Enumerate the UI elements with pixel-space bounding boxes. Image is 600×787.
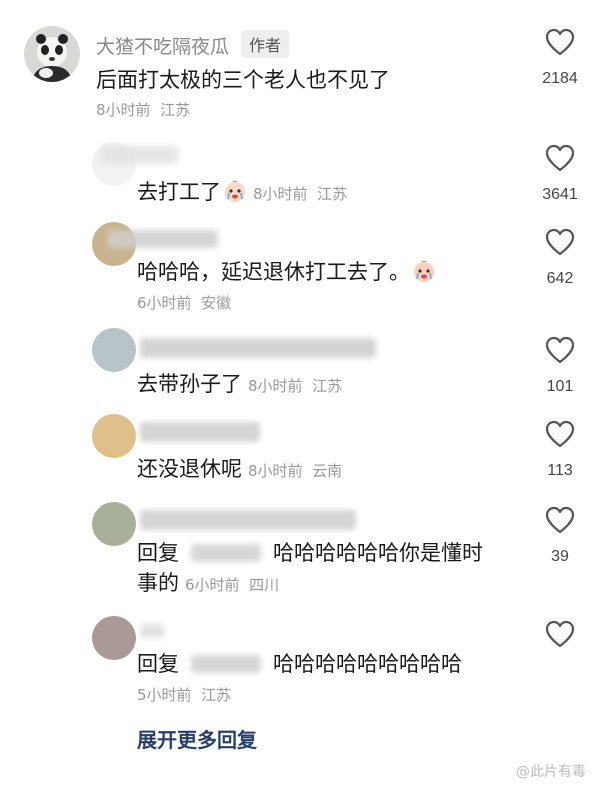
avatar[interactable] xyxy=(92,328,136,372)
reply-target-blurred xyxy=(191,544,261,562)
comment-time: 8小时前 xyxy=(248,462,303,480)
comment-location: 江苏 xyxy=(317,185,348,203)
avatar[interactable] xyxy=(92,414,136,458)
like-count: 113 xyxy=(547,462,573,479)
like-count: 39 xyxy=(551,548,569,565)
username-blurred xyxy=(140,624,164,638)
comment-location: 四川 xyxy=(249,576,280,594)
like-button[interactable]: 3641 xyxy=(530,144,590,204)
comment-text-body: 去带孙子了 xyxy=(137,372,242,396)
like-button[interactable] xyxy=(530,620,590,648)
like-button[interactable]: 642 xyxy=(530,228,590,288)
comment-time: 8小时前 xyxy=(96,101,151,119)
comment-time: 6小时前 xyxy=(185,576,240,594)
username-blurred xyxy=(100,146,178,164)
comment-time: 8小时前 xyxy=(253,185,308,203)
username-blurred xyxy=(140,510,356,530)
like-count: 2184 xyxy=(542,70,578,87)
avatar[interactable] xyxy=(24,26,80,82)
like-button[interactable]: 39 xyxy=(530,506,590,566)
heart-icon xyxy=(545,144,575,172)
comment-time: 8小时前 xyxy=(248,377,303,395)
author-badge: 作者 xyxy=(241,30,290,58)
comment-author[interactable]: 大猹不吃隔夜瓜 作者 xyxy=(96,30,290,59)
comment-meta: 6小时前 安徽 xyxy=(137,292,231,313)
reply-label: 回复 xyxy=(137,541,179,565)
avatar[interactable] xyxy=(92,502,136,546)
comment-location: 江苏 xyxy=(201,686,232,704)
expand-more-replies-link[interactable]: 展开更多回复 xyxy=(137,724,257,753)
comment-text-body: 哈哈哈哈哈哈你是懂时 xyxy=(273,541,483,565)
comment-meta: 8小时前 江苏 xyxy=(248,377,342,395)
reply-target-blurred xyxy=(191,655,261,673)
comment-text: 去带孙子了 8小时前 江苏 xyxy=(137,370,342,400)
comment-time: 6小时前 xyxy=(137,294,192,312)
comment-text-line2: 事的 6小时前 四川 xyxy=(137,569,279,599)
comment-text: 回复 哈哈哈哈哈哈你是懂时 xyxy=(137,539,483,567)
comment-text-body: 还没退休呢 xyxy=(137,457,242,481)
comment-meta: 6小时前 四川 xyxy=(185,576,279,594)
watermark: @此片有毒 xyxy=(516,764,586,780)
username-text: 大猹不吃隔夜瓜 xyxy=(96,36,230,58)
comment-text-body: 去打工了 xyxy=(137,180,221,204)
reply-label: 回复 xyxy=(137,652,179,676)
comment-text: 还没退休呢 8小时前 云南 xyxy=(137,455,342,485)
comment-text: 回复 哈哈哈哈哈哈哈哈哈 xyxy=(137,650,462,678)
comment-text: 后面打太极的三个老人也不见了 xyxy=(96,68,390,92)
like-button[interactable]: 101 xyxy=(530,336,590,396)
heart-icon xyxy=(545,506,575,534)
like-count: 3641 xyxy=(542,186,578,203)
like-count: 101 xyxy=(546,378,574,395)
heart-icon xyxy=(545,228,575,256)
comment-location: 安徽 xyxy=(201,294,232,312)
comment-location: 江苏 xyxy=(160,101,191,119)
comment-location: 云南 xyxy=(312,462,343,480)
comment-location: 江苏 xyxy=(312,377,343,395)
crying-emoji-icon xyxy=(225,180,245,202)
comment-text-body: 哈哈哈，延迟退休打工去了。 xyxy=(137,260,410,284)
comment-meta: 8小时前 云南 xyxy=(248,462,342,480)
crying-emoji-icon xyxy=(414,260,434,282)
username-blurred xyxy=(140,422,260,442)
comment-time: 5小时前 xyxy=(137,686,192,704)
username-blurred xyxy=(140,338,376,358)
heart-icon xyxy=(545,28,575,56)
avatar[interactable] xyxy=(92,616,136,660)
heart-icon xyxy=(545,420,575,448)
like-button[interactable]: 2184 xyxy=(530,28,590,88)
comment-text: 去打工了 8小时前 江苏 xyxy=(137,178,347,208)
heart-icon xyxy=(545,620,575,648)
like-button[interactable]: 113 xyxy=(530,420,590,480)
comment-text-body: 哈哈哈哈哈哈哈哈哈 xyxy=(273,652,462,676)
comment-meta: 8小时前 江苏 xyxy=(253,185,347,203)
heart-icon xyxy=(545,336,575,364)
comment-text-body: 事的 xyxy=(137,571,179,595)
comment-meta: 8小时前 江苏 xyxy=(96,99,190,120)
comment-meta: 5小时前 江苏 xyxy=(137,684,231,705)
like-count: 642 xyxy=(546,270,574,287)
username-blurred xyxy=(108,230,218,248)
comment-text: 哈哈哈，延迟退休打工去了。 xyxy=(137,258,436,286)
